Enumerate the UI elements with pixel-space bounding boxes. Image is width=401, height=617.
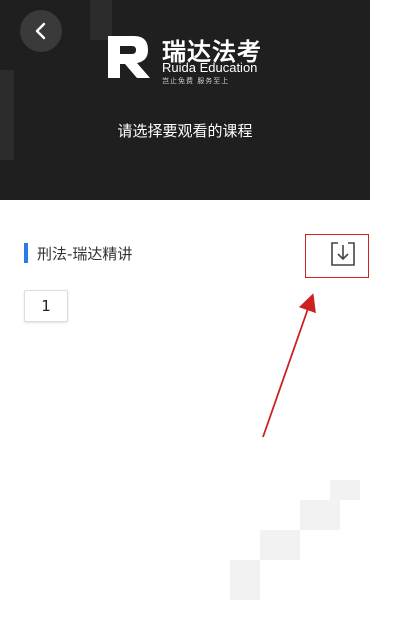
mosaic-overlay bbox=[260, 530, 300, 560]
mosaic-overlay bbox=[330, 480, 360, 500]
mosaic-overlay bbox=[300, 500, 340, 530]
mosaic-overlay bbox=[230, 560, 260, 600]
annotation-arrow bbox=[262, 293, 316, 438]
